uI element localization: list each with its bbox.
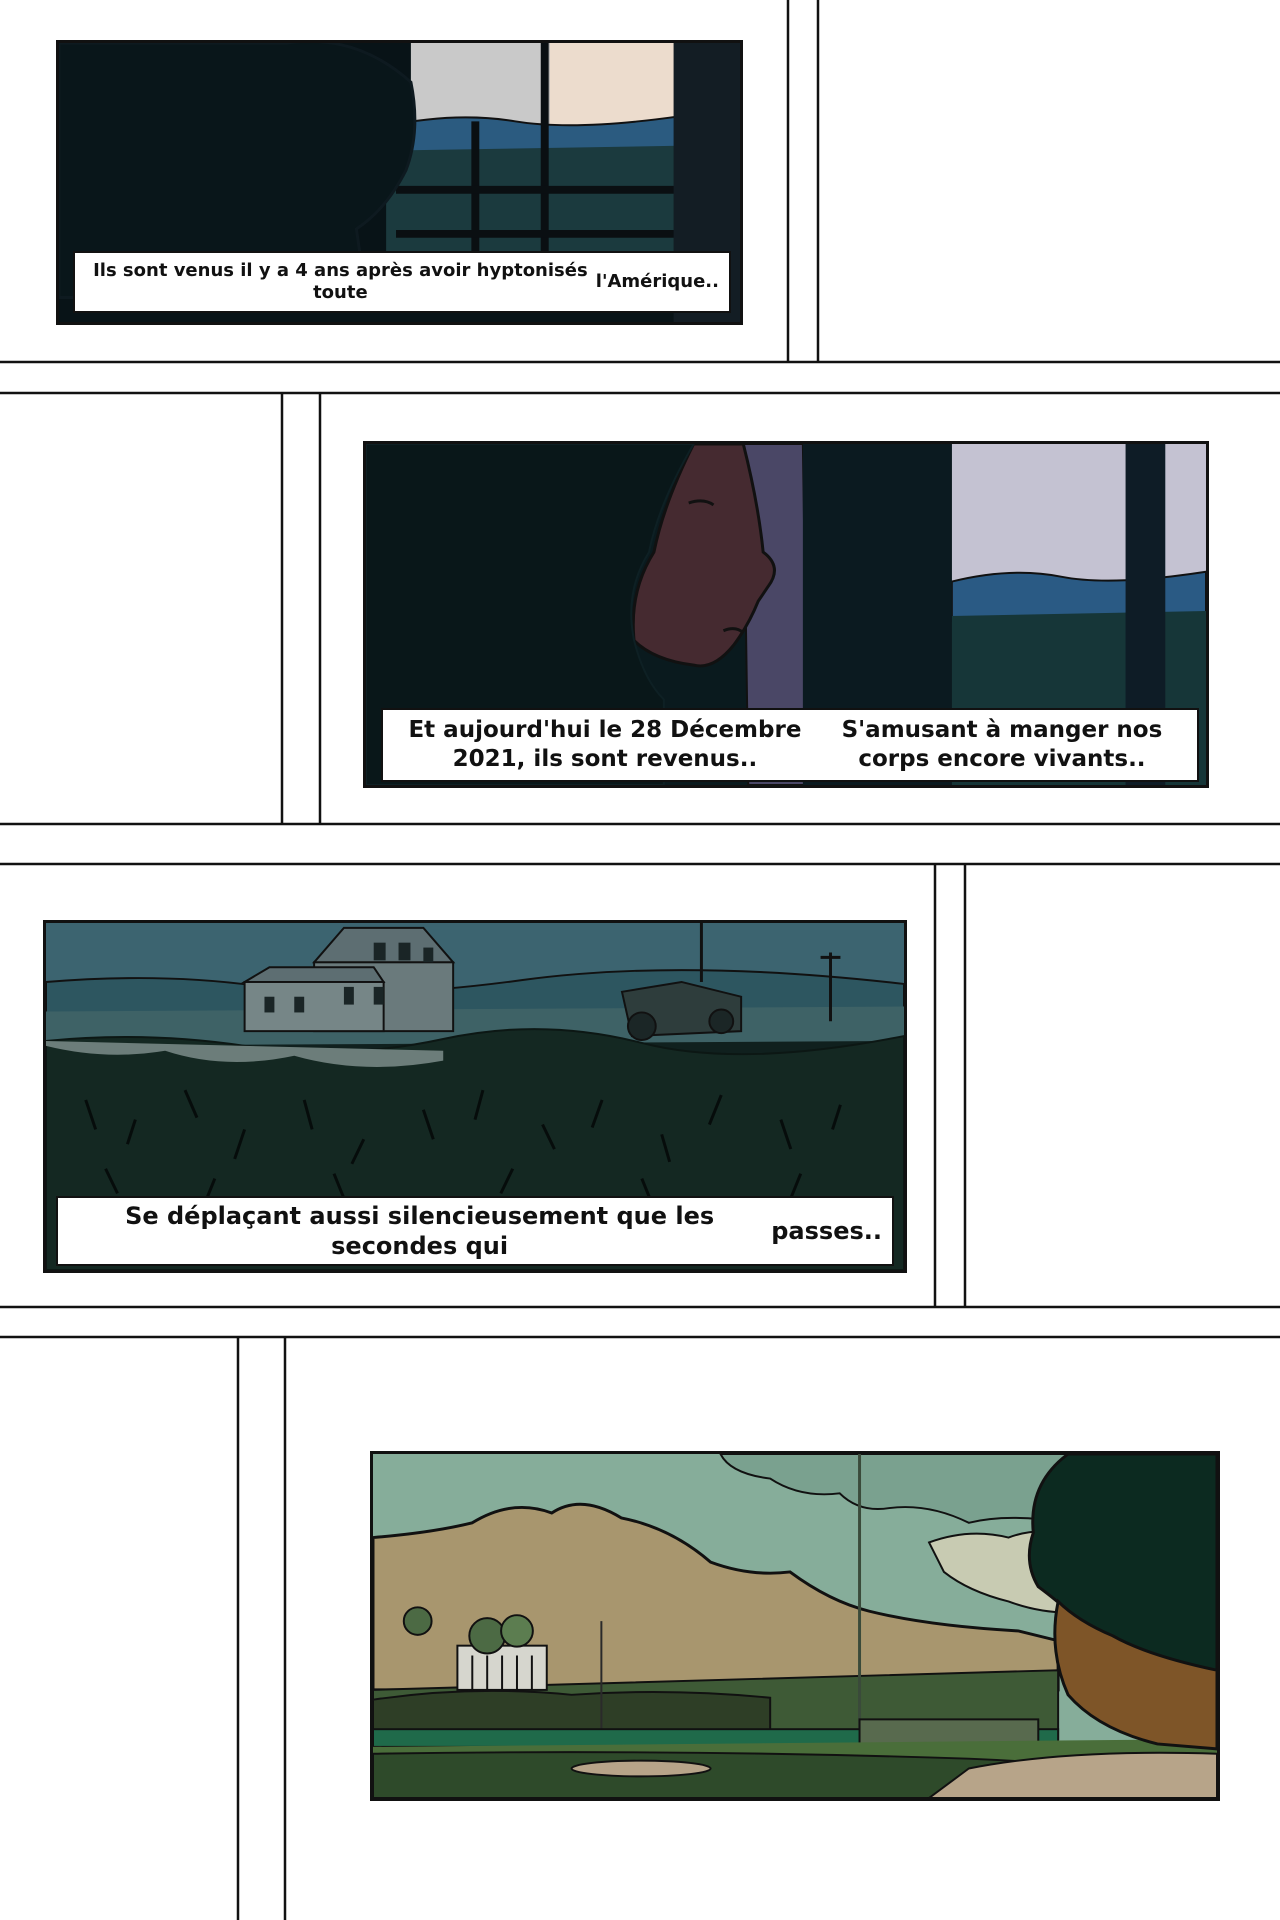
caption-line: Et aujourd'hui le 28 Décembre 2021, ils …: [408, 717, 802, 772]
baseball-field-illustration: [373, 1454, 1217, 1798]
panel-3: Se déplaçant aussi silencieusement que l…: [43, 920, 907, 1273]
caption-line: Ils sont venus il y a 4 ans après avoir …: [93, 259, 588, 304]
comic-page: Ils sont venus il y a 4 ans après avoir …: [0, 0, 1280, 1920]
panel-4: [370, 1451, 1220, 1801]
caption-line: l'Amérique..: [595, 270, 719, 292]
panel-2: Et aujourd'hui le 28 Décembre 2021, ils …: [363, 441, 1209, 788]
caption-box: Se déplaçant aussi silencieusement que l…: [56, 1196, 894, 1266]
caption-line: S'amusant à manger nos corps encore viva…: [841, 717, 1163, 772]
caption-line: passes..: [771, 1217, 882, 1245]
caption-line: Se déplaçant aussi silencieusement que l…: [125, 1202, 715, 1260]
caption-box: Ils sont venus il y a 4 ans après avoir …: [73, 251, 731, 313]
panel-1: Ils sont venus il y a 4 ans après avoir …: [56, 40, 743, 325]
caption-box: Et aujourd'hui le 28 Décembre 2021, ils …: [381, 708, 1199, 782]
